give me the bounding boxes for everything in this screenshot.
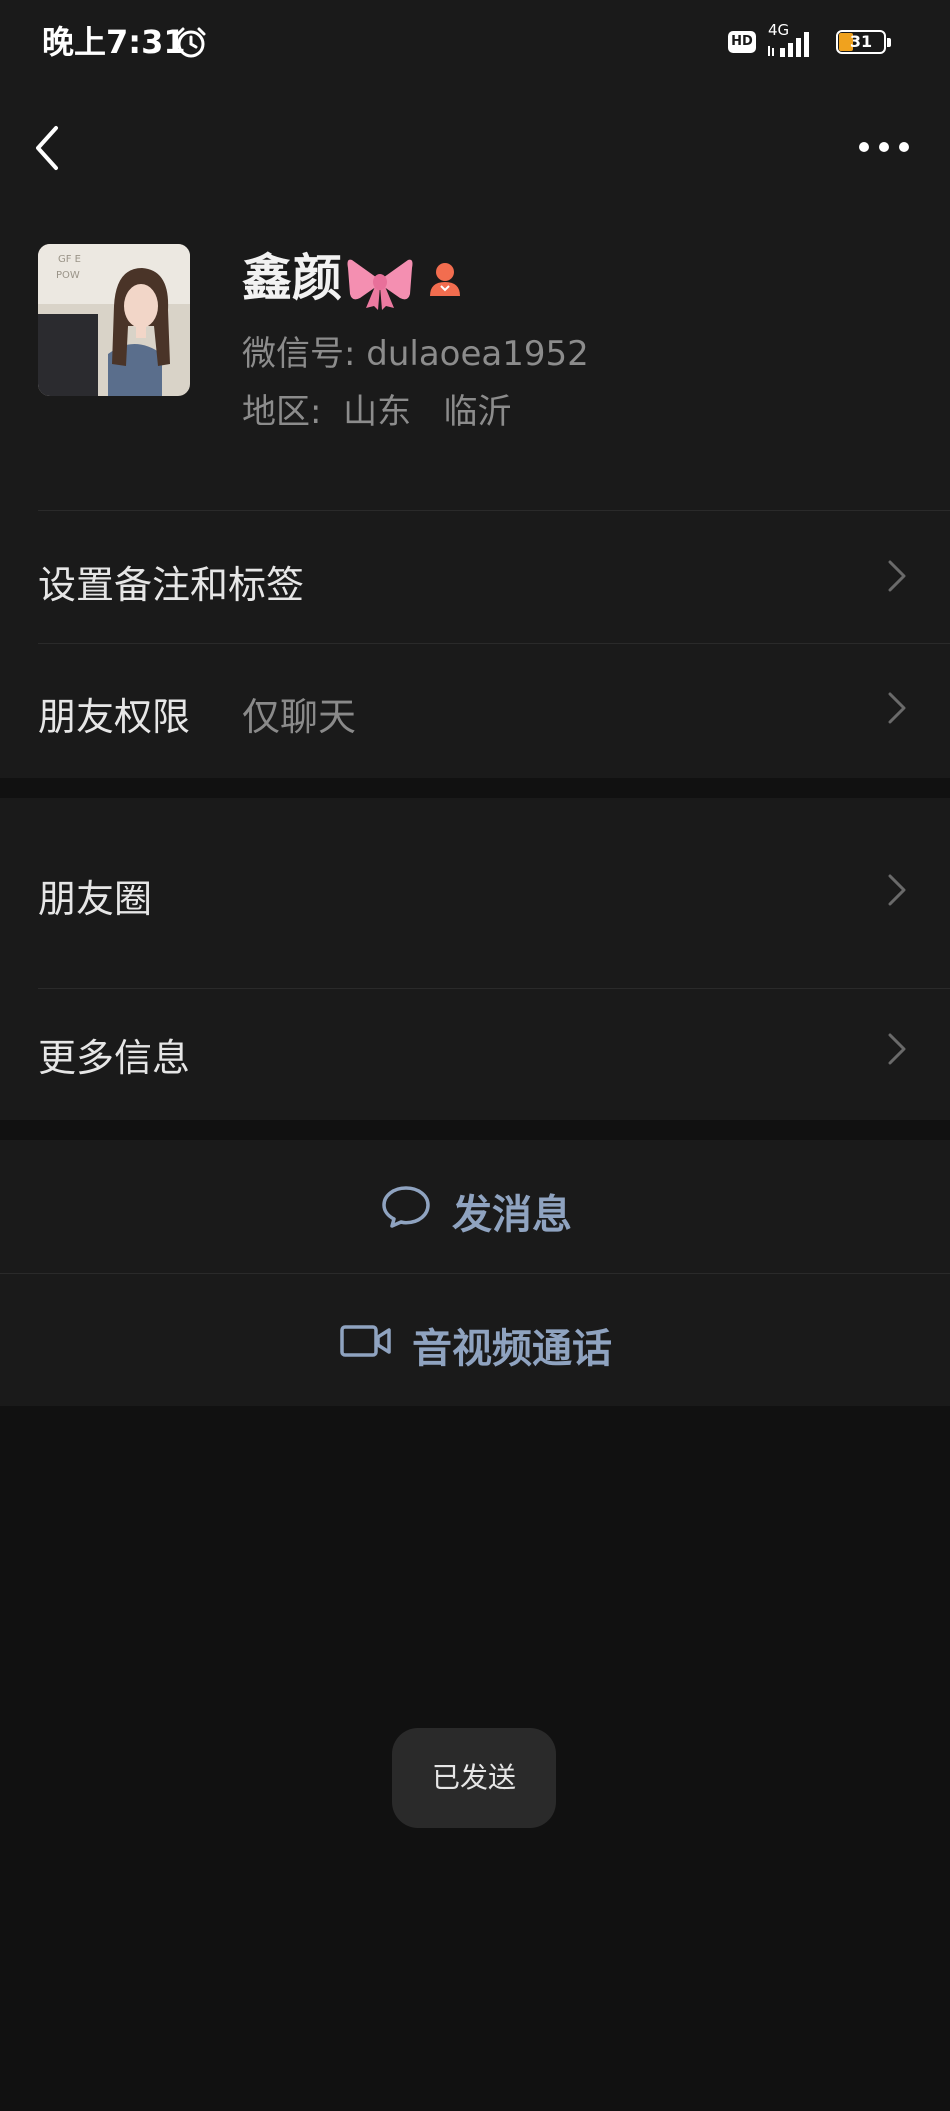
battery-indicator: 31 (836, 30, 892, 56)
chevron-right-icon (888, 874, 906, 906)
alarm-clock-icon (176, 27, 206, 58)
remark-and-tags-row[interactable]: 设置备注和标签 (0, 510, 950, 643)
toast-text: 已发送 (431, 1761, 516, 1794)
friend-permission-label: 朋友权限 (38, 695, 191, 739)
send-message-label: 发消息 (452, 1192, 572, 1238)
more-info-label: 更多信息 (38, 1036, 191, 1080)
female-icon (430, 263, 460, 296)
chevron-right-icon (888, 1033, 906, 1065)
video-call-button[interactable]: 音视频通话 (0, 1274, 950, 1406)
friend-permission-value: 仅聊天 (242, 695, 357, 739)
signal-strength-icon (768, 32, 809, 57)
info-section: 朋友圈 更多信息 (0, 798, 950, 1120)
status-time: 晚上7:31 (42, 23, 186, 61)
sent-toast: 已发送 (392, 1728, 556, 1828)
actions-section: 发消息 音视频通话 (0, 1140, 950, 1406)
video-camera-icon (340, 1325, 391, 1357)
chat-bubble-icon (382, 1186, 430, 1228)
ribbon-bow-icon (347, 259, 413, 310)
moments-row[interactable]: 朋友圈 (0, 798, 950, 988)
profile-name: 鑫颜 (242, 249, 342, 307)
more-info-row[interactable]: 更多信息 (0, 989, 950, 1120)
settings-section: 设置备注和标签 朋友权限 仅聊天 (0, 510, 950, 778)
svg-text:POW: POW (56, 270, 80, 281)
region: 地区: 山东 临沂 (242, 392, 512, 432)
status-bar: 晚上7:31 HD 4G 31 (0, 0, 950, 86)
chevron-left-icon[interactable] (26, 118, 66, 178)
friend-permission-row[interactable]: 朋友权限 仅聊天 (0, 644, 950, 778)
moments-label: 朋友圈 (38, 877, 153, 921)
video-call-label: 音视频通话 (412, 1326, 612, 1372)
wechat-id: 微信号: dulaoea1952 (242, 334, 589, 374)
battery-level: 31 (849, 32, 873, 51)
more-dots-icon[interactable] (856, 132, 912, 162)
chevron-right-icon (888, 692, 906, 724)
avatar[interactable]: GF E POW (38, 244, 190, 396)
hd-badge: HD (728, 31, 756, 53)
send-message-button[interactable]: 发消息 (0, 1140, 950, 1273)
chevron-right-icon (888, 560, 906, 592)
remark-and-tags-label: 设置备注和标签 (38, 563, 305, 607)
svg-text:GF E: GF E (58, 254, 81, 265)
